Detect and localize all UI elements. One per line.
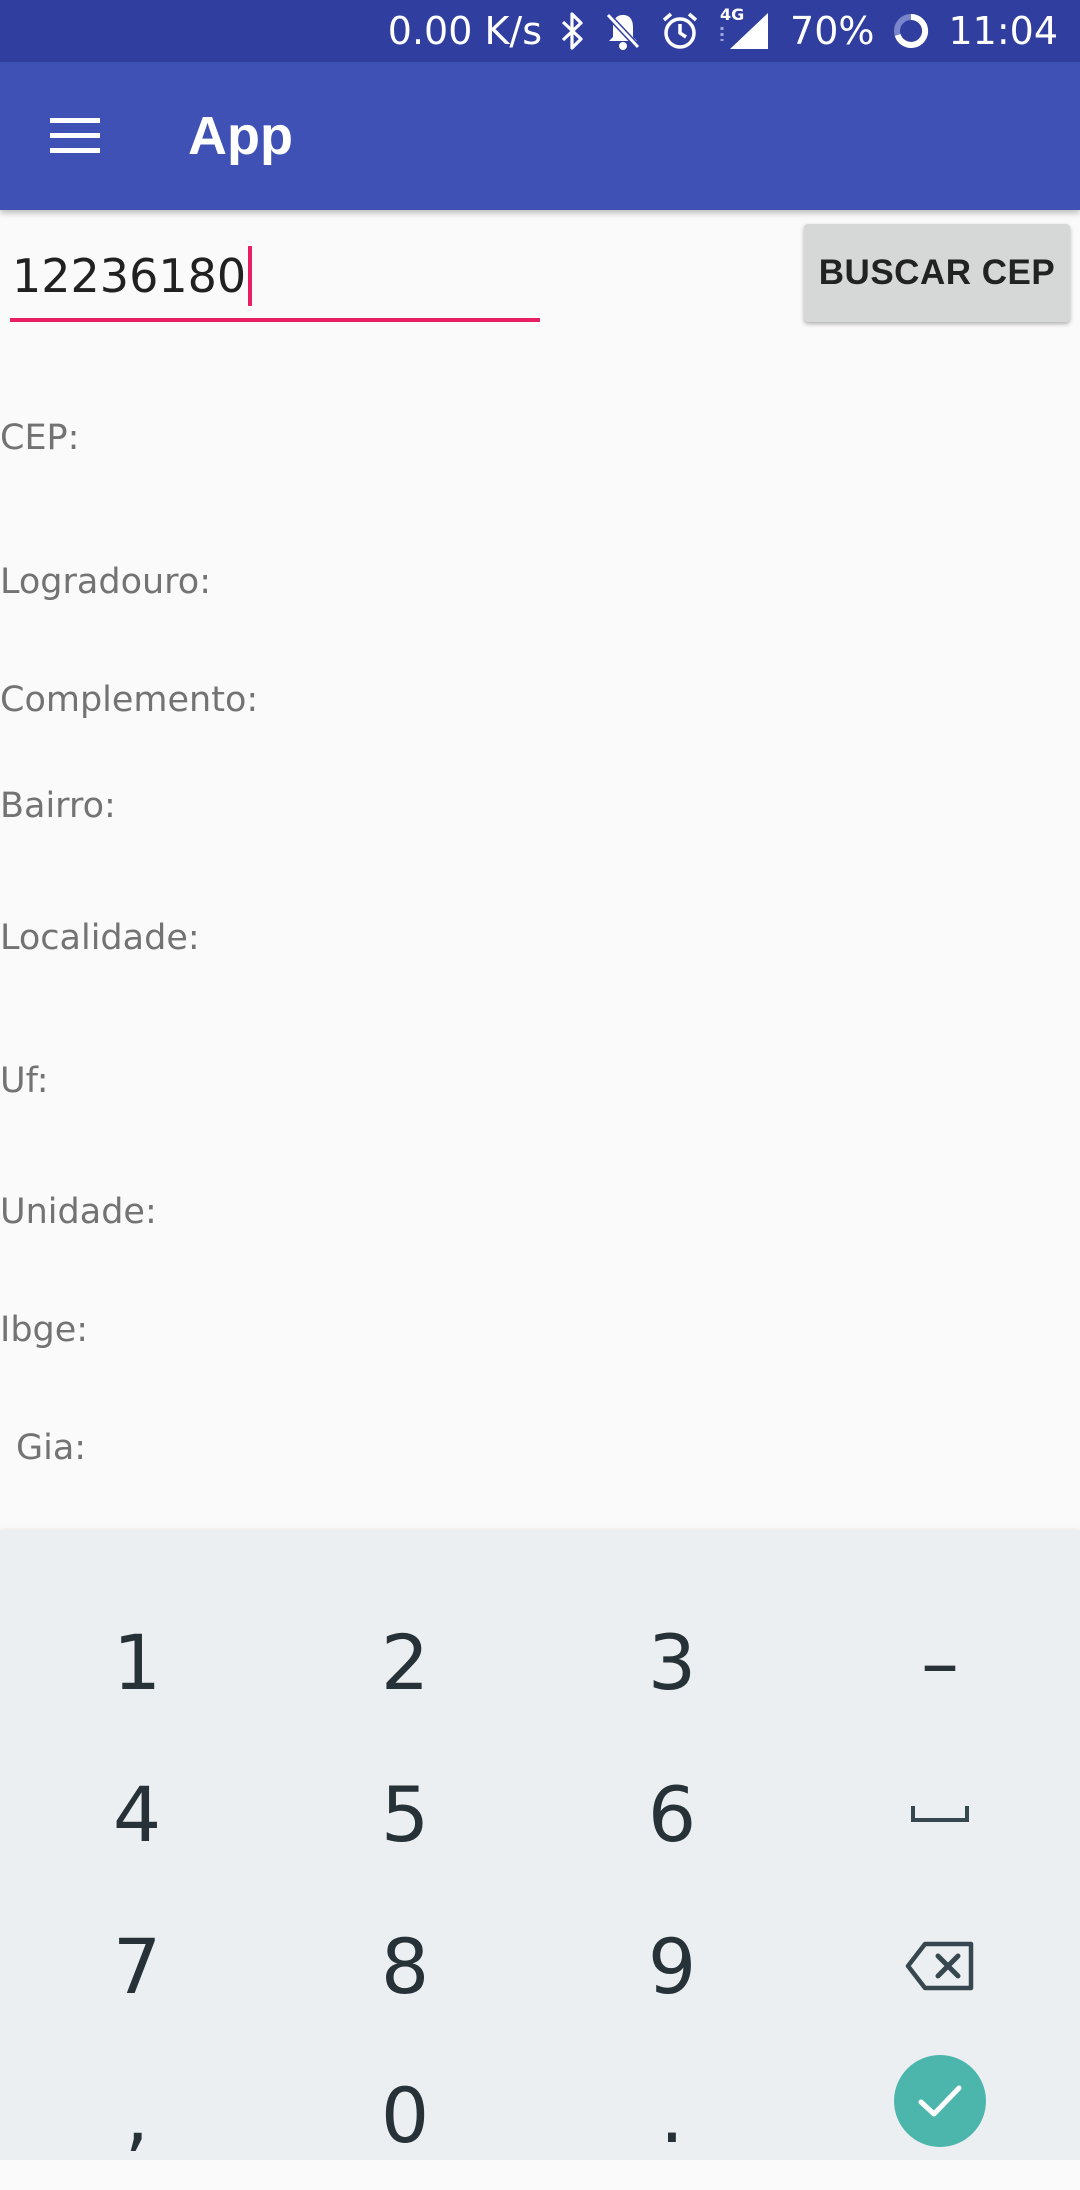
- label-cep: CEP:: [0, 418, 80, 458]
- label-gia: Gia:: [16, 1428, 87, 1468]
- space-icon: [911, 1806, 969, 1822]
- status-bar: 0.00 K/s 4G 70% 11:04: [0, 0, 1080, 62]
- key-8[interactable]: 8: [270, 1891, 540, 2041]
- alarm-icon: [660, 11, 700, 51]
- backspace-icon: [905, 1941, 974, 1991]
- key-done[interactable]: [805, 2026, 1075, 2176]
- key-3[interactable]: 3: [537, 1587, 807, 1737]
- cep-input[interactable]: 12236180: [10, 232, 540, 322]
- key-0[interactable]: 0: [270, 2040, 540, 2190]
- cep-input-value: 12236180: [12, 249, 247, 303]
- label-logradouro: Logradouro:: [0, 562, 211, 602]
- done-check-icon: [918, 2085, 962, 2117]
- clock: 11:04: [948, 9, 1058, 53]
- notifications-off-icon: [604, 11, 642, 51]
- text-cursor: [248, 246, 253, 306]
- key-2[interactable]: 2: [270, 1587, 540, 1737]
- key-9[interactable]: 9: [537, 1891, 807, 2041]
- key-space[interactable]: [805, 1739, 1075, 1889]
- key-7[interactable]: 7: [2, 1891, 272, 2041]
- key-1[interactable]: 1: [2, 1587, 272, 1737]
- app-bar: App: [0, 62, 1080, 210]
- numeric-keyboard: 1 2 3 – 4 5 6 7 8 9 , 0 .: [0, 1530, 1080, 2160]
- key-comma[interactable]: ,: [2, 2040, 272, 2190]
- bluetooth-icon: [560, 11, 586, 51]
- app-title: App: [188, 106, 293, 166]
- label-localidade: Localidade:: [0, 918, 200, 958]
- signal-icon: 4G: [718, 5, 772, 51]
- label-complemento: Complemento:: [0, 680, 259, 720]
- battery-saver-icon: [892, 12, 930, 50]
- main-content: 12236180 BUSCAR CEP CEP: Logradouro: Com…: [0, 210, 1080, 1530]
- key-period[interactable]: .: [537, 2040, 807, 2190]
- key-5[interactable]: 5: [270, 1739, 540, 1889]
- network-speed: 0.00 K/s: [387, 9, 543, 53]
- key-6[interactable]: 6: [537, 1739, 807, 1889]
- menu-button[interactable]: [0, 62, 150, 210]
- network-type: 4G: [720, 5, 745, 24]
- label-ibge: Ibge:: [0, 1310, 89, 1350]
- label-unidade: Unidade:: [0, 1192, 157, 1232]
- done-button-circle: [894, 2055, 986, 2147]
- buscar-cep-button[interactable]: BUSCAR CEP: [804, 224, 1070, 322]
- label-bairro: Bairro:: [0, 786, 116, 826]
- menu-icon: [50, 118, 100, 154]
- key-dash[interactable]: –: [805, 1587, 1075, 1737]
- label-uf: Uf:: [0, 1061, 49, 1101]
- key-backspace[interactable]: [805, 1891, 1075, 2041]
- key-4[interactable]: 4: [2, 1739, 272, 1889]
- battery-level: 70%: [790, 9, 875, 53]
